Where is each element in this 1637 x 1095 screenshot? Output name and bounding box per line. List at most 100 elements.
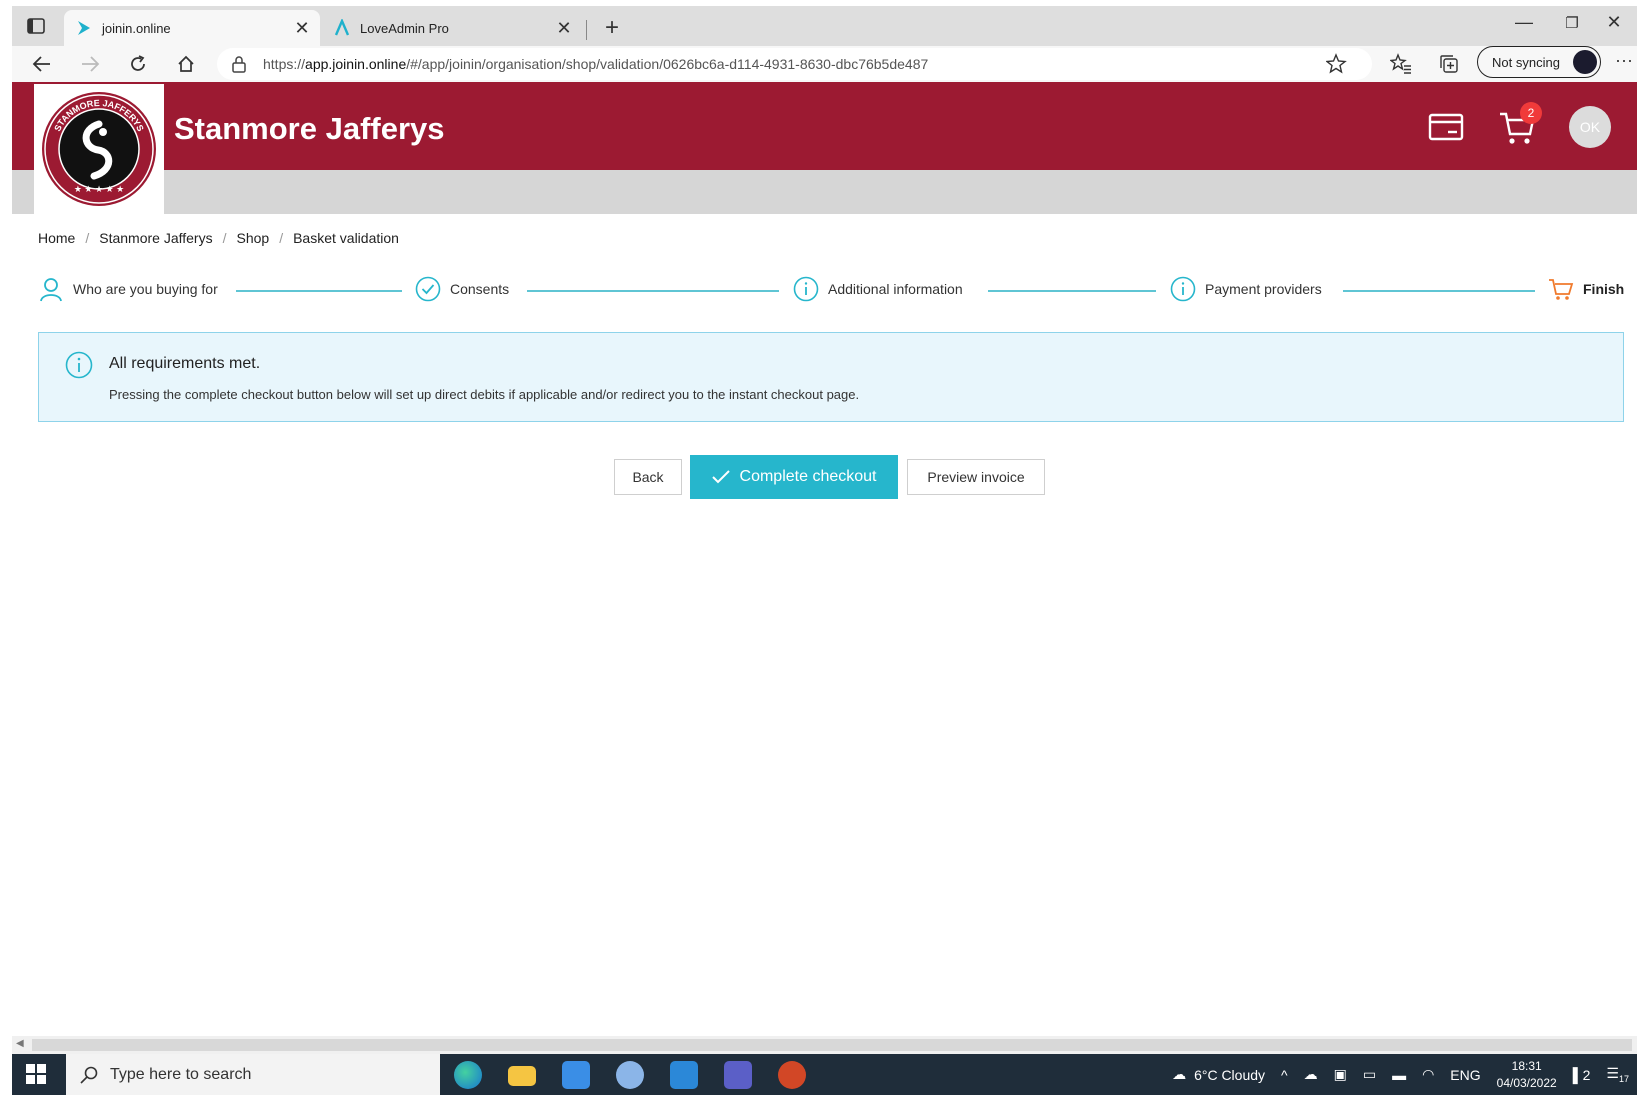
display-icon[interactable]: ▭ xyxy=(1363,1066,1376,1083)
tab-actions-icon[interactable] xyxy=(26,16,46,36)
wifi-icon[interactable]: ◠ xyxy=(1422,1066,1434,1083)
close-tab-icon[interactable]: ✕ xyxy=(552,18,576,39)
taskbar-search-box[interactable]: Type here to search xyxy=(66,1054,440,1095)
screen: joinin.online ✕ LoveAdmin Pro ✕ + — ❐ ✕ xyxy=(0,0,1637,1095)
header-subbar xyxy=(12,170,1637,214)
show-hidden-icons-icon[interactable]: ^ xyxy=(1281,1067,1288,1083)
settings-more-icon[interactable]: ··· xyxy=(1615,50,1633,71)
microsoft-store-icon[interactable] xyxy=(562,1061,590,1089)
svg-text:★ ★ ★ ★ ★: ★ ★ ★ ★ ★ xyxy=(74,184,124,194)
powerpoint-icon[interactable] xyxy=(778,1061,806,1089)
favorites-icon[interactable] xyxy=(1388,52,1414,76)
back-arrow-icon[interactable] xyxy=(28,52,56,76)
windows-start-icon[interactable] xyxy=(26,1064,46,1084)
battery-icon[interactable]: ▬ xyxy=(1392,1067,1406,1083)
horizontal-scrollbar[interactable]: ◀ xyxy=(12,1036,1637,1054)
step-additional-information[interactable]: Additional information xyxy=(793,276,963,302)
window-close-icon[interactable]: ✕ xyxy=(1594,12,1634,33)
complete-checkout-label: Complete checkout xyxy=(739,468,877,485)
notification-badge[interactable]: ▌2 xyxy=(1573,1067,1591,1083)
back-button-label: Back xyxy=(632,469,664,485)
url-scheme: https:// xyxy=(263,56,306,72)
profile-sync-button[interactable]: Not syncing xyxy=(1477,46,1601,78)
weather-text[interactable]: 6°C Cloudy xyxy=(1194,1067,1265,1083)
breadcrumb-separator: / xyxy=(222,230,227,246)
tab-title: joinin.online xyxy=(102,20,171,36)
breadcrumb-home[interactable]: Home xyxy=(38,230,75,246)
left-edge xyxy=(0,0,12,1095)
action-center-icon[interactable]: ☰17 xyxy=(1606,1065,1629,1084)
breadcrumb-separator: / xyxy=(279,230,284,246)
cart-icon xyxy=(1548,276,1574,302)
action-center-count: 17 xyxy=(1618,1073,1629,1084)
url-text[interactable]: https://app.joinin.online/#/app/joinin/o… xyxy=(263,56,928,72)
lock-icon[interactable] xyxy=(231,55,247,73)
step-connector xyxy=(236,290,402,292)
edge-browser-icon[interactable] xyxy=(454,1061,482,1089)
info-body: Pressing the complete checkout button be… xyxy=(109,387,860,402)
clock-time: 18:31 xyxy=(1511,1058,1542,1073)
system-tray: ☁ 6°C Cloudy ^ ☁ ▣ ▭ ▬ ◠ ENG 18:31 04/03… xyxy=(1164,1054,1637,1095)
preview-invoice-button[interactable]: Preview invoice xyxy=(907,459,1045,495)
info-circle-icon xyxy=(65,351,93,384)
step-connector xyxy=(1343,290,1535,292)
tray-app-icon[interactable]: ▣ xyxy=(1334,1066,1347,1083)
step-connector xyxy=(988,290,1156,292)
breadcrumb-organisation[interactable]: Stanmore Jafferys xyxy=(99,230,212,246)
onedrive-icon[interactable]: ☁ xyxy=(1304,1066,1318,1083)
reload-icon[interactable] xyxy=(124,52,152,76)
step-label: Payment providers xyxy=(1205,281,1322,297)
tab-joinin[interactable]: joinin.online ✕ xyxy=(64,10,320,46)
tab-loveadmin[interactable]: LoveAdmin Pro ✕ xyxy=(322,10,582,46)
info-circle-icon xyxy=(1170,276,1196,302)
step-label: Finish xyxy=(1583,281,1625,297)
back-button[interactable]: Back xyxy=(614,459,682,495)
info-heading: All requirements met. xyxy=(109,355,261,372)
club-crest-icon: ★ ★ ★ ★ ★ STANMORE JAFFERYS xyxy=(42,92,156,206)
collections-icon[interactable] xyxy=(1436,52,1462,76)
scroll-left-icon[interactable]: ◀ xyxy=(16,1038,24,1049)
close-tab-icon[interactable]: ✕ xyxy=(290,18,314,39)
loveadmin-favicon-icon xyxy=(332,18,352,38)
check-icon xyxy=(711,470,730,484)
clock[interactable]: 18:31 04/03/2022 xyxy=(1497,1058,1557,1092)
step-payment-providers[interactable]: Payment providers xyxy=(1170,276,1322,302)
clock-date: 04/03/2022 xyxy=(1496,1075,1557,1090)
joinin-favicon-icon xyxy=(74,18,94,38)
scrollbar-thumb[interactable] xyxy=(32,1039,1632,1051)
snipping-tool-icon[interactable] xyxy=(616,1061,644,1089)
restore-icon[interactable]: ❐ xyxy=(1552,14,1592,32)
step-who-are-you-buying-for[interactable]: Who are you buying for xyxy=(38,276,218,302)
org-logo[interactable]: ★ ★ ★ ★ ★ STANMORE JAFFERYS xyxy=(34,84,164,214)
address-toolbar: https://app.joinin.online/#/app/joinin/o… xyxy=(12,46,1637,82)
requirements-info-panel: All requirements met. Pressing the compl… xyxy=(38,332,1624,422)
minimize-icon[interactable]: — xyxy=(1504,12,1544,33)
mail-icon[interactable] xyxy=(670,1061,698,1089)
credit-card-icon[interactable] xyxy=(1428,112,1464,147)
browser-tab-strip: joinin.online ✕ LoveAdmin Pro ✕ + — ❐ ✕ xyxy=(12,6,1637,46)
step-finish[interactable]: Finish xyxy=(1548,276,1624,302)
search-placeholder: Type here to search xyxy=(110,1065,252,1083)
new-tab-icon[interactable]: + xyxy=(598,14,626,42)
forward-arrow-icon[interactable] xyxy=(76,52,104,76)
address-bar[interactable]: https://app.joinin.online/#/app/joinin/o… xyxy=(217,48,1372,80)
breadcrumb-shop[interactable]: Shop xyxy=(237,230,270,246)
notification-count: 2 xyxy=(1582,1066,1591,1083)
user-icon xyxy=(38,276,64,302)
file-explorer-icon[interactable] xyxy=(508,1066,536,1086)
language-indicator[interactable]: ENG xyxy=(1450,1067,1480,1083)
step-label: Consents xyxy=(450,281,510,297)
teams-icon[interactable] xyxy=(724,1061,752,1089)
weather-cloud-icon[interactable]: ☁ xyxy=(1172,1066,1186,1083)
complete-checkout-button[interactable]: Complete checkout xyxy=(690,455,898,499)
home-icon[interactable] xyxy=(172,52,200,76)
org-name: Stanmore Jafferys xyxy=(174,111,445,146)
add-favorite-icon[interactable] xyxy=(1324,52,1350,76)
user-avatar[interactable]: OK xyxy=(1569,106,1611,148)
breadcrumb-current: Basket validation xyxy=(293,230,399,246)
cart-count-badge: 2 xyxy=(1520,102,1542,124)
preview-invoice-label: Preview invoice xyxy=(927,469,1025,485)
info-circle-icon xyxy=(793,276,819,302)
tab-title: LoveAdmin Pro xyxy=(360,20,449,36)
step-consents[interactable]: Consents xyxy=(415,276,509,302)
